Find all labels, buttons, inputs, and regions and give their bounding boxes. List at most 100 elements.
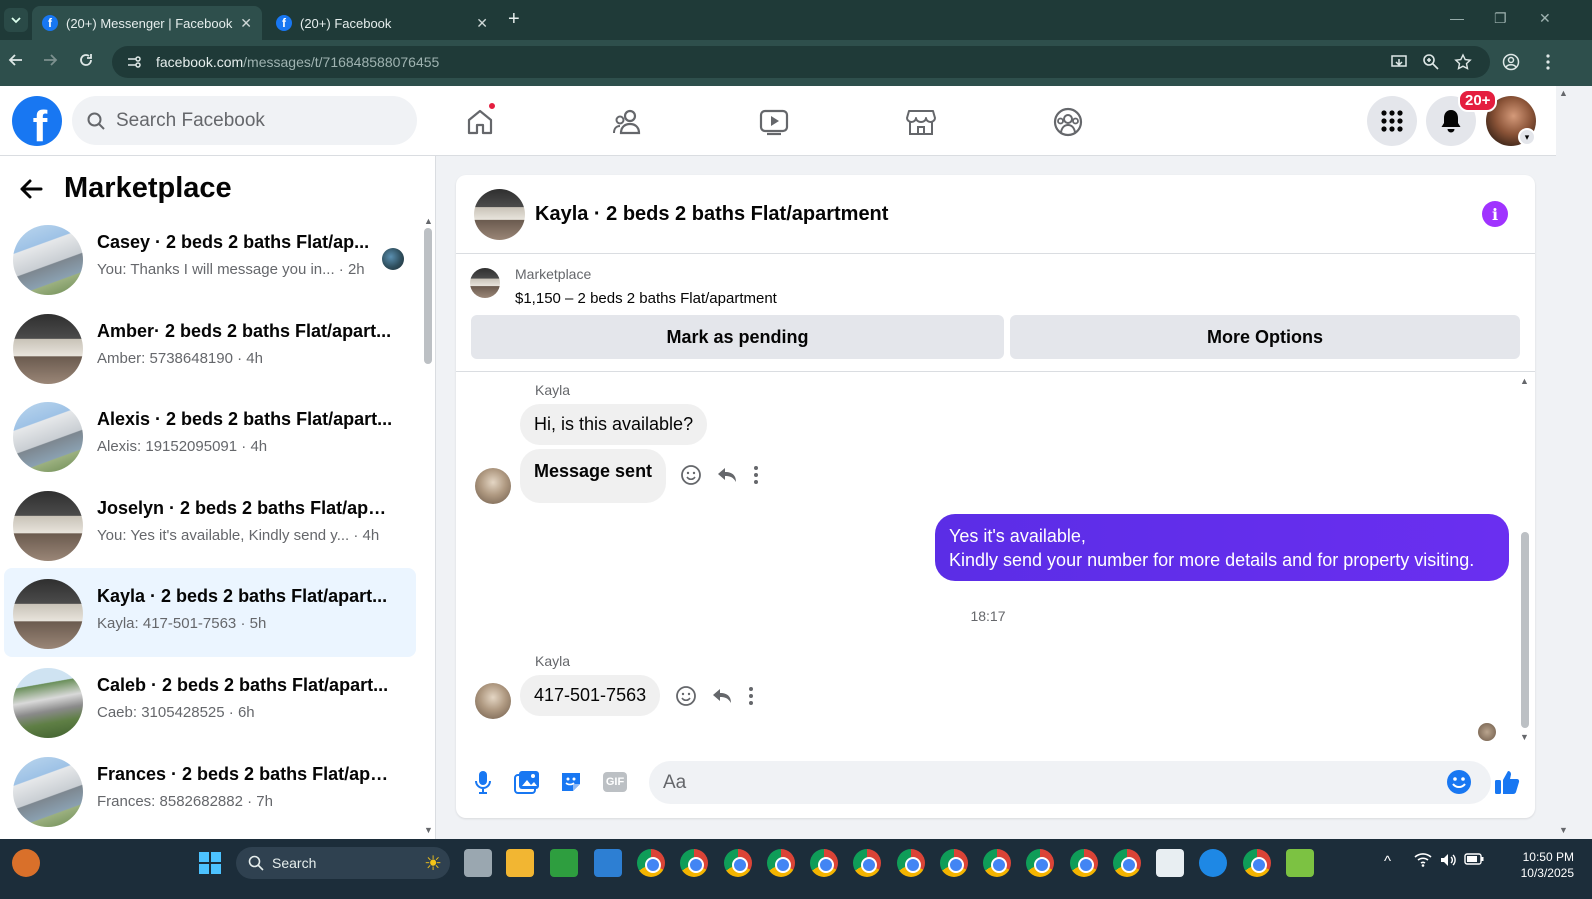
incoming-message[interactable]: Hi, is this available? <box>520 404 708 445</box>
app-icon[interactable] <box>550 849 578 877</box>
taskbar-search[interactable]: Search ☀ <box>236 847 450 879</box>
info-icon[interactable]: i <box>1482 201 1508 227</box>
page-scrollbar[interactable]: ▲ ▼ <box>1556 86 1570 839</box>
listing-thumbnail <box>13 225 83 295</box>
close-tab-icon[interactable]: ✕ <box>240 15 252 32</box>
sidebar-scrollbar[interactable] <box>424 228 432 364</box>
react-emoji-icon[interactable] <box>675 685 697 707</box>
chat-scrollbar[interactable] <box>1521 532 1529 728</box>
more-vertical-icon[interactable] <box>747 685 755 707</box>
conversation-item-amber[interactable]: Amber· 2 beds 2 baths Flat/apart... Ambe… <box>4 303 416 392</box>
chrome-icon[interactable] <box>1243 849 1271 877</box>
send-like-button[interactable] <box>1492 767 1522 797</box>
volume-icon[interactable] <box>1440 853 1458 867</box>
facebook-search-input[interactable]: Search Facebook <box>72 96 417 145</box>
url-bar[interactable]: facebook.com/messages/t/716848588076455 <box>112 46 1490 78</box>
scroll-down-arrow-icon[interactable]: ▼ <box>1559 825 1568 835</box>
chrome-icon[interactable] <box>940 849 968 877</box>
home-nav-button[interactable] <box>460 101 500 142</box>
chrome-icon[interactable] <box>724 849 752 877</box>
attach-photo-button[interactable] <box>512 767 542 797</box>
scroll-up-arrow-icon[interactable]: ▲ <box>1559 88 1568 98</box>
tray-chevron-up-icon[interactable]: ^ <box>1384 853 1391 870</box>
video-nav-button[interactable] <box>754 102 794 142</box>
chrome-icon[interactable] <box>897 849 925 877</box>
marketplace-nav-button[interactable] <box>901 102 941 142</box>
chrome-icon[interactable] <box>1026 849 1054 877</box>
weather-widget-icon[interactable] <box>12 849 40 877</box>
mark-as-pending-button[interactable]: Mark as pending <box>471 315 1004 359</box>
message-input[interactable]: Aa <box>649 761 1491 804</box>
conversation-item-caleb[interactable]: Caleb · 2 beds 2 baths Flat/apart... Cae… <box>4 657 416 746</box>
app-icon[interactable] <box>1286 849 1314 877</box>
scroll-down-arrow-icon[interactable]: ▼ <box>424 825 433 835</box>
store-icon[interactable] <box>594 849 622 877</box>
app-icon[interactable] <box>1156 849 1184 877</box>
chrome-icon[interactable] <box>1113 849 1141 877</box>
tab-facebook[interactable]: f (20+) Facebook ✕ <box>266 6 498 40</box>
groups-nav-button[interactable] <box>1048 102 1088 142</box>
chrome-icon[interactable] <box>983 849 1011 877</box>
start-button[interactable] <box>198 851 222 875</box>
conversation-item-casey[interactable]: Casey · 2 beds 2 baths Flat/ap... You: T… <box>4 214 416 303</box>
new-tab-button[interactable]: + <box>508 8 520 31</box>
facebook-logo[interactable]: f <box>12 96 62 146</box>
reply-icon[interactable] <box>716 464 738 486</box>
tab-search-dropdown[interactable] <box>4 8 28 32</box>
emoji-picker-button[interactable] <box>1444 767 1474 797</box>
reply-icon[interactable] <box>711 685 733 707</box>
conversation-item-kayla[interactable]: Kayla · 2 beds 2 baths Flat/apart... Kay… <box>4 568 416 657</box>
close-tab-icon[interactable]: ✕ <box>476 15 488 32</box>
wifi-icon[interactable] <box>1414 853 1432 867</box>
gif-button[interactable]: GIF <box>600 767 630 797</box>
conversation-item-joselyn[interactable]: Joselyn · 2 beds 2 baths Flat/apa... You… <box>4 480 416 569</box>
sticker-button[interactable] <box>556 767 586 797</box>
install-app-icon[interactable] <box>1390 53 1408 71</box>
battery-icon[interactable] <box>1464 853 1484 865</box>
chrome-icon[interactable] <box>637 849 665 877</box>
react-emoji-icon[interactable] <box>680 464 702 486</box>
chrome-icon[interactable] <box>1070 849 1098 877</box>
forward-button[interactable] <box>42 52 58 68</box>
incoming-message[interactable]: Message sent <box>520 449 667 503</box>
sender-avatar[interactable] <box>475 468 511 504</box>
chrome-icon[interactable] <box>810 849 838 877</box>
chrome-icon[interactable] <box>853 849 881 877</box>
profile-icon[interactable] <box>1502 53 1520 71</box>
task-view-icon[interactable] <box>464 849 492 877</box>
edge-icon[interactable] <box>1199 849 1227 877</box>
chrome-icon[interactable] <box>767 849 795 877</box>
back-button[interactable] <box>8 52 24 68</box>
browser-menu-icon[interactable] <box>1540 53 1556 71</box>
bookmark-star-icon[interactable] <box>1454 53 1472 71</box>
menu-button[interactable] <box>1367 96 1417 146</box>
friends-nav-button[interactable] <box>607 102 647 142</box>
sender-avatar[interactable] <box>475 683 511 719</box>
scroll-down-arrow-icon[interactable]: ▼ <box>1520 732 1529 742</box>
listing-price[interactable]: $1,150 – 2 beds 2 baths Flat/apartment <box>515 290 777 307</box>
restore-button[interactable]: ❐ <box>1494 10 1507 27</box>
voice-clip-button[interactable] <box>468 767 498 797</box>
back-arrow-icon[interactable] <box>18 176 44 202</box>
system-clock[interactable]: 10:50 PM 10/3/2025 <box>1490 849 1574 881</box>
conversation-item-alexis[interactable]: Alexis · 2 beds 2 baths Flat/apart... Al… <box>4 391 416 480</box>
tab-messenger[interactable]: f (20+) Messenger | Facebook ✕ <box>32 6 262 40</box>
conversation-item-frances[interactable]: Frances · 2 beds 2 baths Flat/apa... Fra… <box>4 746 416 835</box>
close-window-button[interactable]: ✕ <box>1539 10 1551 27</box>
minimize-button[interactable]: — <box>1450 10 1464 26</box>
reload-button[interactable] <box>78 52 94 68</box>
account-dropdown-chevron-icon[interactable]: ▾ <box>1518 128 1536 146</box>
listing-thumbnail[interactable] <box>470 268 500 298</box>
more-options-button[interactable]: More Options <box>1010 315 1520 359</box>
chat-listing-thumbnail[interactable] <box>474 189 525 240</box>
incoming-message[interactable]: 417-501-7563 <box>520 675 661 716</box>
scroll-up-arrow-icon[interactable]: ▲ <box>1520 376 1529 386</box>
more-vertical-icon[interactable] <box>752 464 760 486</box>
outgoing-message[interactable]: Yes it's available, Kindly send your num… <box>935 514 1509 581</box>
site-info-icon[interactable] <box>126 54 142 70</box>
scroll-up-arrow-icon[interactable]: ▲ <box>424 216 433 226</box>
file-explorer-icon[interactable] <box>506 849 534 877</box>
zoom-icon[interactable] <box>1422 53 1440 71</box>
chrome-icon[interactable] <box>680 849 708 877</box>
chat-title[interactable]: Kayla · 2 beds 2 baths Flat/apartment <box>535 203 888 226</box>
